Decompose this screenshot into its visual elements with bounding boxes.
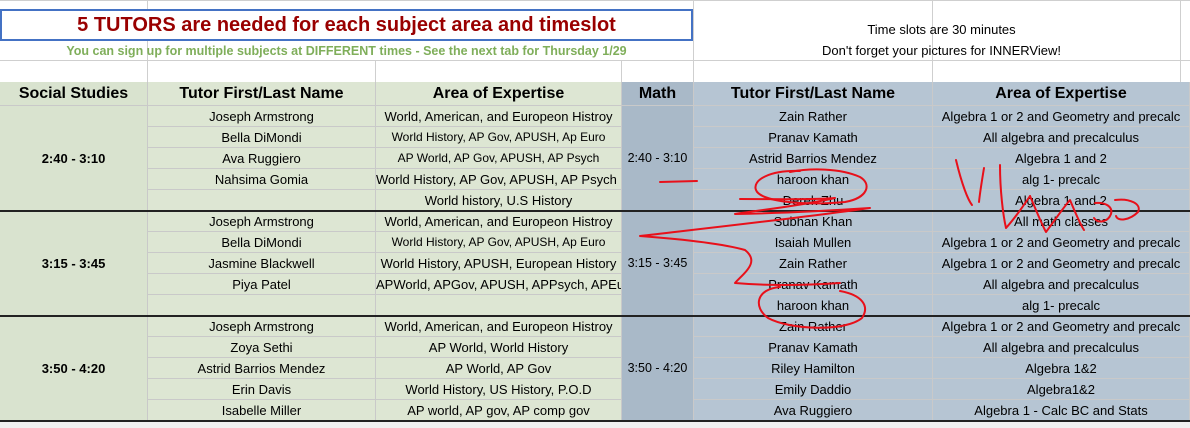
math-tutor-cell[interactable]: haroon khan (694, 295, 933, 316)
slot-separator (0, 315, 1190, 317)
banner-title: 5 TUTORS are needed for each subject are… (0, 9, 693, 41)
math-area-cell[interactable]: All algebra and precalculus (933, 337, 1190, 358)
math-tutor-cell[interactable]: Emily Daddio (694, 379, 933, 400)
math-tutor-cell[interactable]: Zain Rather (694, 106, 933, 127)
math-time-slot-1[interactable]: 2:40 - 3:10 (622, 106, 694, 211)
math-tutor-cell[interactable]: Ava Ruggiero (694, 400, 933, 421)
social-area-cell[interactable]: World History, AP Gov, APUSH, AP Psych (376, 169, 622, 190)
social-area-cell[interactable]: AP World, World History (376, 337, 622, 358)
social-area-cell[interactable]: World History, AP Gov, APUSH, Ap Euro (376, 127, 622, 148)
social-area-cell[interactable] (376, 295, 622, 316)
math-area-cell[interactable]: Algebra 1 and 2 (933, 148, 1190, 169)
social-tutor-cell[interactable]: Joseph Armstrong (148, 106, 376, 127)
social-time-slot-3[interactable]: 3:50 - 4:20 (0, 316, 148, 421)
math-area-cell[interactable]: alg 1- precalc (933, 169, 1190, 190)
math-tutor-cell[interactable]: Pranav Kamath (694, 127, 933, 148)
header-social-studies[interactable]: Social Studies (0, 82, 148, 106)
social-time-slot-1[interactable]: 2:40 - 3:10 (0, 106, 148, 211)
social-area-cell[interactable]: World History, AP Gov, APUSH, Ap Euro (376, 232, 622, 253)
math-tutor-cell[interactable]: haroon khan (694, 169, 933, 190)
math-area-cell[interactable]: Algebra 1&2 (933, 358, 1190, 379)
social-tutor-cell[interactable]: Astrid Barrios Mendez (148, 358, 376, 379)
social-tutor-cell[interactable]: Erin Davis (148, 379, 376, 400)
social-tutor-cell[interactable] (148, 295, 376, 316)
math-area-cell[interactable]: All math classes (933, 211, 1190, 232)
math-tutor-cell[interactable]: Zain Rather (694, 316, 933, 337)
math-tutor-cell[interactable]: Astrid Barrios Mendez (694, 148, 933, 169)
social-area-cell[interactable]: World History, APUSH, European History (376, 253, 622, 274)
social-tutor-cell[interactable]: Piya Patel (148, 274, 376, 295)
math-area-cell[interactable]: Algebra 1 or 2 and Geometry and precalc (933, 106, 1190, 127)
math-area-cell[interactable]: alg 1- precalc (933, 295, 1190, 316)
social-tutor-cell[interactable]: Jasmine Blackwell (148, 253, 376, 274)
social-tutor-cell[interactable]: Bella DiMondi (148, 127, 376, 148)
social-tutor-cell[interactable]: Joseph Armstrong (148, 316, 376, 337)
social-area-cell[interactable]: World History, US History, P.O.D (376, 379, 622, 400)
math-area-cell[interactable]: Algebra 1 or 2 and Geometry and precalc (933, 232, 1190, 253)
header-math[interactable]: Math (622, 82, 694, 106)
social-tutor-cell[interactable]: Bella DiMondi (148, 232, 376, 253)
social-tutor-cell[interactable]: Joseph Armstrong (148, 211, 376, 232)
social-area-cell[interactable]: World, American, and Europeon Histroy (376, 106, 622, 127)
header-tutor-ss[interactable]: Tutor First/Last Name (148, 82, 376, 106)
math-area-cell[interactable]: Algebra1&2 (933, 379, 1190, 400)
social-tutor-cell[interactable]: Ava Ruggiero (148, 148, 376, 169)
math-tutor-cell[interactable]: Pranav Kamath (694, 274, 933, 295)
math-area-cell[interactable]: Algebra 1 or 2 and Geometry and precalc (933, 316, 1190, 337)
social-area-cell[interactable]: AP World, AP Gov (376, 358, 622, 379)
header-expertise-math[interactable]: Area of Expertise (933, 82, 1190, 106)
social-area-cell[interactable]: World, American, and Europeon Histroy (376, 211, 622, 232)
header-tutor-math[interactable]: Tutor First/Last Name (694, 82, 933, 106)
math-tutor-cell[interactable]: Zain Rather (694, 253, 933, 274)
social-tutor-cell[interactable]: Nahsima Gomia (148, 169, 376, 190)
note-time-slots: Time slots are 30 minutes (867, 21, 1016, 37)
social-area-cell[interactable]: World history, U.S History (376, 190, 622, 211)
banner-subtitle: You can sign up for multiple subjects at… (66, 43, 627, 58)
math-area-cell[interactable]: Algebra 1 and 2 (933, 190, 1190, 211)
social-area-cell[interactable]: AP World, AP Gov, APUSH, AP Psych (376, 148, 622, 169)
slot-separator (0, 210, 1190, 212)
social-time-slot-2[interactable]: 3:15 - 3:45 (0, 211, 148, 316)
social-area-cell[interactable]: AP world, AP gov, AP comp gov (376, 400, 622, 421)
social-area-cell[interactable]: World, American, and Europeon Histroy (376, 316, 622, 337)
social-area-cell[interactable]: APWorld, APGov, APUSH, APPsych, APEu (376, 274, 622, 295)
header-expertise-ss[interactable]: Area of Expertise (376, 82, 622, 106)
social-tutor-cell[interactable]: Isabelle Miller (148, 400, 376, 421)
math-area-cell[interactable]: Algebra 1 or 2 and Geometry and precalc (933, 253, 1190, 274)
math-tutor-cell[interactable]: Derek Zhu (694, 190, 933, 211)
math-area-cell[interactable]: Algebra 1 - Calc BC and Stats (933, 400, 1190, 421)
math-tutor-cell[interactable]: Riley Hamilton (694, 358, 933, 379)
math-time-slot-2[interactable]: 3:15 - 3:45 (622, 211, 694, 316)
math-tutor-cell[interactable]: Subhan Khan (694, 211, 933, 232)
social-tutor-cell[interactable]: Zoya Sethi (148, 337, 376, 358)
math-area-cell[interactable]: All algebra and precalculus (933, 127, 1190, 148)
math-area-cell[interactable]: All algebra and precalculus (933, 274, 1190, 295)
math-tutor-cell[interactable]: Isaiah Mullen (694, 232, 933, 253)
math-time-slot-3[interactable]: 3:50 - 4:20 (622, 316, 694, 421)
social-tutor-cell[interactable] (148, 190, 376, 211)
note-pictures: Don't forget your pictures for INNERView… (822, 42, 1061, 58)
math-tutor-cell[interactable]: Pranav Kamath (694, 337, 933, 358)
